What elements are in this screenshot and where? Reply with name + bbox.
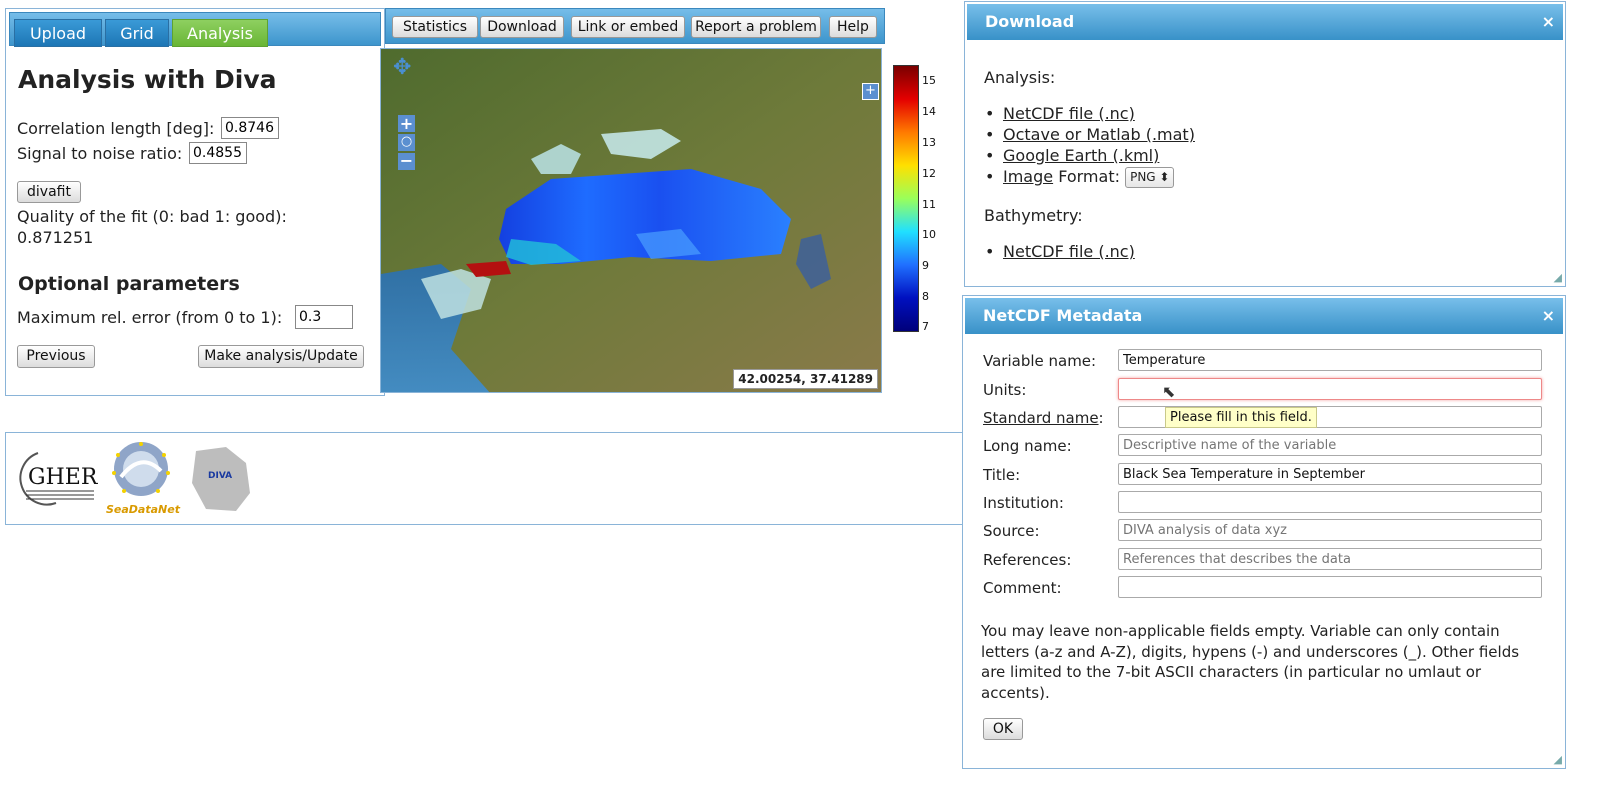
variable-name-label: Variable name: — [983, 352, 1097, 370]
dialog-title: NetCDF Metadata — [983, 306, 1143, 325]
bathymetry-netcdf-link[interactable]: NetCDF file (.nc) — [1003, 242, 1135, 261]
colorbar-tick: 8 — [922, 290, 929, 303]
long-name-input[interactable] — [1118, 434, 1542, 456]
format-select[interactable]: PNG ⬍ — [1125, 167, 1175, 188]
colorbar-tick: 7 — [922, 320, 929, 333]
references-input[interactable] — [1118, 548, 1542, 570]
bathymetry-download-list: NetCDF file (.nc) — [985, 241, 1135, 262]
units-label: Units: — [983, 381, 1027, 399]
tab-upload[interactable]: Upload — [14, 19, 102, 47]
units-input[interactable] — [1118, 378, 1542, 400]
max-error-input[interactable] — [295, 305, 353, 329]
metadata-dialog-header[interactable]: NetCDF Metadata × — [965, 298, 1563, 334]
colorbar-tick: 12 — [922, 167, 936, 180]
standard-name-label-wrap: Standard name: — [983, 409, 1104, 427]
link-embed-button[interactable]: Link or embed — [571, 16, 685, 38]
gher-logo: GHER — [16, 443, 98, 513]
seadatanet-logo: SeaDataNet — [106, 441, 180, 517]
colorbar-tick: 10 — [922, 228, 936, 241]
signal-to-noise-input[interactable] — [189, 142, 247, 164]
netcdf-metadata-dialog: NetCDF Metadata × Variable name: Units: … — [962, 295, 1566, 769]
image-download-link[interactable]: Image — [1003, 167, 1053, 186]
signal-to-noise-label: Signal to noise ratio: — [17, 144, 183, 163]
download-button[interactable]: Download — [480, 16, 564, 38]
netcdf-download-link[interactable]: NetCDF file (.nc) — [1003, 104, 1135, 123]
colorbar-gradient — [893, 65, 919, 332]
validation-tooltip: Please fill in this field. — [1165, 407, 1317, 428]
zoom-world-icon[interactable]: ○ — [398, 134, 415, 151]
zoom-out-icon[interactable]: − — [398, 153, 415, 170]
references-label: References: — [983, 551, 1072, 569]
matlab-download-link[interactable]: Octave or Matlab (.mat) — [1003, 125, 1195, 144]
colorbar-tick: 13 — [922, 136, 936, 149]
resize-handle-icon[interactable]: ◢ — [1554, 753, 1562, 766]
toolbar: Statistics Download Link or embed Report… — [385, 8, 885, 44]
make-analysis-button[interactable]: Make analysis/Update — [198, 345, 364, 368]
title-label: Title: — [983, 466, 1021, 484]
list-item: Image Format: PNG ⬍ — [985, 166, 1195, 188]
pan-arrows-icon[interactable]: ✥ — [393, 57, 411, 79]
optional-parameters-heading: Optional parameters — [18, 273, 240, 295]
colorbar-tick: 9 — [922, 259, 929, 272]
standard-name-link[interactable]: Standard name — [983, 409, 1099, 427]
variable-name-input[interactable] — [1118, 349, 1542, 371]
colorbar-tick: 14 — [922, 105, 936, 118]
download-dialog: Download × Analysis: NetCDF file (.nc) O… — [964, 1, 1566, 287]
comment-label: Comment: — [983, 579, 1062, 597]
metadata-help-text: You may leave non-applicable fields empt… — [981, 622, 1520, 702]
correlation-length-label: Correlation length [deg]: — [17, 119, 215, 138]
source-label: Source: — [983, 522, 1040, 540]
bathymetry-heading: Bathymetry: — [984, 206, 1083, 225]
analysis-heading: Analysis: — [984, 68, 1056, 87]
format-label: Format: — [1058, 167, 1120, 186]
tab-bar: Upload Grid Analysis — [9, 12, 381, 47]
divafit-button[interactable]: divafit — [17, 181, 81, 203]
statistics-button[interactable]: Statistics — [392, 16, 478, 38]
list-item: NetCDF file (.nc) — [985, 103, 1195, 124]
institution-label: Institution: — [983, 494, 1064, 512]
zoom-in-icon[interactable]: + — [398, 115, 415, 132]
kml-download-link[interactable]: Google Earth (.kml) — [1003, 146, 1159, 165]
mouse-coordinates: 42.00254, 37.41289 — [733, 369, 878, 389]
title-input[interactable] — [1118, 463, 1542, 485]
logo-bar: GHER SeaDataNet DIVA — [5, 432, 965, 525]
institution-input[interactable] — [1118, 491, 1542, 513]
list-item: Google Earth (.kml) — [985, 145, 1195, 166]
layer-switcher-icon[interactable]: + — [862, 83, 879, 100]
correlation-length-input[interactable] — [221, 117, 279, 139]
close-icon[interactable]: × — [1542, 298, 1555, 334]
page-title: Analysis with Diva — [18, 65, 277, 94]
close-icon[interactable]: × — [1542, 4, 1555, 40]
quality-value: 0.871251 — [17, 228, 94, 247]
colorbar-tick: 11 — [922, 198, 936, 211]
colorbar: 15 14 13 12 11 10 9 8 7 — [882, 48, 962, 393]
analysis-download-list: NetCDF file (.nc) Octave or Matlab (.mat… — [985, 103, 1195, 188]
mouse-cursor-icon: ⬉ — [1162, 382, 1176, 401]
diva-logo: DIVA — [186, 443, 256, 513]
list-item: Octave or Matlab (.mat) — [985, 124, 1195, 145]
colorbar-tick: 15 — [922, 74, 936, 87]
map-view[interactable]: ✥ + ○ − + 42.00254, 37.41289 — [380, 48, 882, 393]
help-button[interactable]: Help — [829, 16, 877, 38]
list-item: NetCDF file (.nc) — [985, 241, 1135, 262]
comment-input[interactable] — [1118, 576, 1542, 598]
long-name-label: Long name: — [983, 437, 1072, 455]
report-problem-button[interactable]: Report a problem — [691, 16, 821, 38]
download-dialog-header[interactable]: Download × — [967, 4, 1563, 40]
quality-label: Quality of the fit (0: bad 1: good): — [17, 207, 287, 226]
tab-grid[interactable]: Grid — [105, 19, 169, 47]
previous-button[interactable]: Previous — [17, 345, 95, 368]
analysis-panel: Upload Grid Analysis Analysis with Diva … — [5, 8, 385, 396]
max-error-label: Maximum rel. error (from 0 to 1): — [17, 308, 283, 327]
ok-button[interactable]: OK — [983, 718, 1023, 740]
source-input[interactable] — [1118, 519, 1542, 541]
resize-handle-icon[interactable]: ◢ — [1554, 271, 1562, 284]
dialog-title: Download — [985, 12, 1075, 31]
tab-analysis[interactable]: Analysis — [172, 19, 268, 47]
map-image — [381, 49, 881, 392]
